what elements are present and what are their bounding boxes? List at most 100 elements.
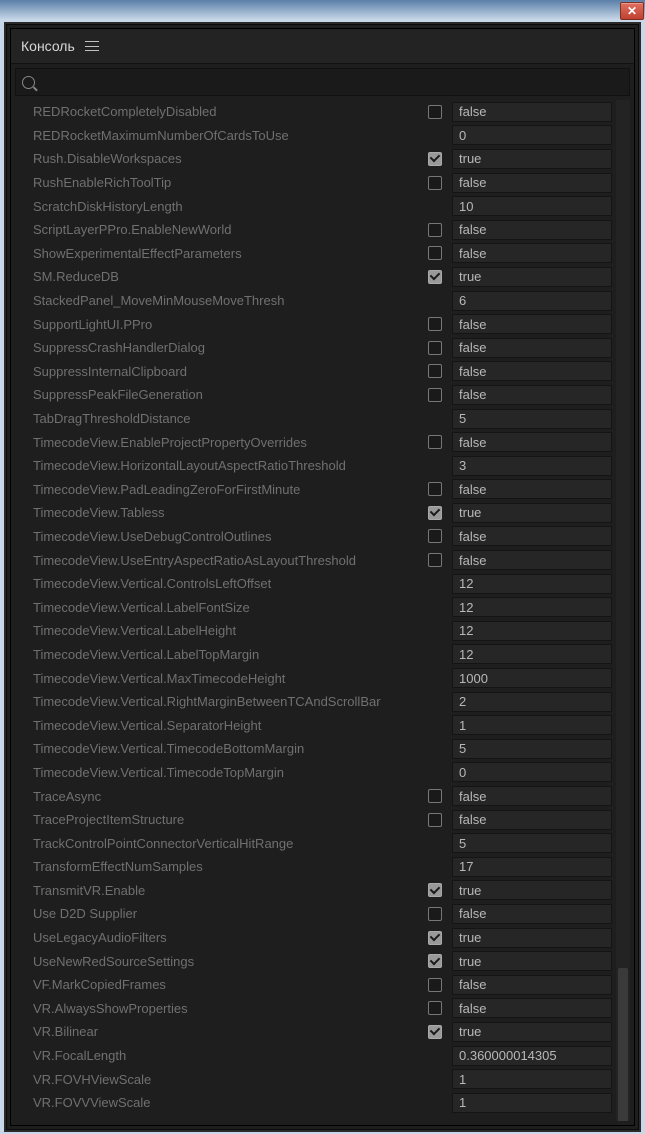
setting-value-input[interactable]: 1	[452, 1069, 612, 1089]
setting-value-input[interactable]: 12	[452, 644, 612, 664]
setting-value-input[interactable]: 5	[452, 739, 612, 759]
setting-value-input[interactable]: false	[452, 338, 612, 358]
setting-checkbox[interactable]	[428, 105, 442, 119]
setting-checkbox[interactable]	[428, 341, 442, 355]
setting-value-input[interactable]: 1000	[452, 668, 612, 688]
setting-checkbox-cell	[422, 553, 448, 567]
setting-value-input[interactable]: 17	[452, 857, 612, 877]
setting-row: TimecodeView.UseDebugControlOutlinesfals…	[15, 525, 616, 549]
setting-value-cell: 0	[452, 125, 612, 145]
setting-value-input[interactable]: true	[452, 267, 612, 287]
setting-value-input[interactable]: 0	[452, 125, 612, 145]
setting-value-input[interactable]: true	[452, 503, 612, 523]
setting-value-input[interactable]: 5	[452, 409, 612, 429]
setting-checkbox-cell	[422, 152, 448, 166]
setting-row: TimecodeView.Vertical.TimecodeTopMargin 0	[15, 761, 616, 785]
setting-value-input[interactable]: 1	[452, 715, 612, 735]
setting-label: TraceAsync	[33, 789, 422, 804]
setting-value-input[interactable]: 10	[452, 196, 612, 216]
setting-value-input[interactable]: 1	[452, 1093, 612, 1113]
setting-checkbox[interactable]	[428, 223, 442, 237]
setting-row: VR.AlwaysShowPropertiesfalse	[15, 997, 616, 1021]
setting-value-input[interactable]: 12	[452, 621, 612, 641]
setting-value-input[interactable]: true	[452, 928, 612, 948]
close-icon: ✕	[627, 4, 637, 18]
setting-value-input[interactable]: false	[452, 385, 612, 405]
setting-checkbox[interactable]	[428, 789, 442, 803]
setting-row: UseNewRedSourceSettingstrue	[15, 949, 616, 973]
setting-value-cell: 17	[452, 857, 612, 877]
setting-value-input[interactable]: true	[452, 1022, 612, 1042]
setting-checkbox[interactable]	[428, 482, 442, 496]
setting-checkbox[interactable]	[428, 954, 442, 968]
setting-value-input[interactable]: 3	[452, 456, 612, 476]
setting-value-input[interactable]: false	[452, 998, 612, 1018]
setting-value-input[interactable]: true	[452, 951, 612, 971]
setting-value-cell: 12	[452, 644, 612, 664]
setting-value-input[interactable]: 0	[452, 762, 612, 782]
setting-checkbox[interactable]	[428, 246, 442, 260]
setting-value-input[interactable]: false	[452, 173, 612, 193]
setting-checkbox[interactable]	[428, 978, 442, 992]
setting-value-input[interactable]: false	[452, 810, 612, 830]
setting-row: TransformEffectNumSamples17	[15, 855, 616, 879]
setting-checkbox[interactable]	[428, 931, 442, 945]
setting-label: Rush.DisableWorkspaces	[33, 151, 422, 166]
setting-value-input[interactable]: false	[452, 220, 612, 240]
tab-console[interactable]: Консоль	[21, 38, 75, 54]
setting-label: TimecodeView.Vertical.TimecodeTopMargin	[33, 765, 422, 780]
setting-checkbox[interactable]	[428, 883, 442, 897]
setting-value-cell: false	[452, 243, 612, 263]
setting-value-cell: 12	[452, 574, 612, 594]
setting-checkbox[interactable]	[428, 388, 442, 402]
console-panel: Консоль REDRocketCompletelyDisabledfalse…	[6, 24, 639, 1130]
close-button[interactable]: ✕	[620, 2, 644, 20]
setting-value-input[interactable]: false	[452, 550, 612, 570]
setting-value-input[interactable]: true	[452, 149, 612, 169]
setting-checkbox[interactable]	[428, 435, 442, 449]
panel-menu-icon[interactable]	[85, 39, 99, 53]
setting-value-input[interactable]: 12	[452, 574, 612, 594]
setting-checkbox[interactable]	[428, 1001, 442, 1015]
setting-value-cell: false	[452, 102, 612, 122]
setting-checkbox-cell	[422, 954, 448, 968]
setting-checkbox[interactable]	[428, 813, 442, 827]
setting-value-input[interactable]: true	[452, 880, 612, 900]
search-input[interactable]	[15, 68, 630, 96]
setting-label: SM.ReduceDB	[33, 269, 422, 284]
setting-checkbox[interactable]	[428, 364, 442, 378]
setting-checkbox-cell	[422, 317, 448, 331]
setting-checkbox[interactable]	[428, 176, 442, 190]
setting-value-cell: 5	[452, 409, 612, 429]
setting-checkbox[interactable]	[428, 317, 442, 331]
setting-checkbox[interactable]	[428, 907, 442, 921]
setting-checkbox[interactable]	[428, 529, 442, 543]
setting-value-input[interactable]: 6	[452, 291, 612, 311]
setting-value-input[interactable]: 12	[452, 597, 612, 617]
scrollbar[interactable]	[616, 100, 630, 1121]
setting-checkbox[interactable]	[428, 152, 442, 166]
setting-value-input[interactable]: false	[452, 361, 612, 381]
setting-value-input[interactable]: 0.360000014305	[452, 1046, 612, 1066]
setting-checkbox[interactable]	[428, 553, 442, 567]
setting-value-input[interactable]: false	[452, 243, 612, 263]
setting-label: RushEnableRichToolTip	[33, 175, 422, 190]
setting-checkbox[interactable]	[428, 1025, 442, 1039]
setting-value-input[interactable]: false	[452, 432, 612, 452]
setting-value-input[interactable]: false	[452, 314, 612, 334]
setting-value-input[interactable]: false	[452, 786, 612, 806]
setting-value-input[interactable]: 2	[452, 692, 612, 712]
setting-value-input[interactable]: false	[452, 102, 612, 122]
setting-label: TimecodeView.UseEntryAspectRatioAsLayout…	[33, 553, 422, 568]
setting-row: SuppressInternalClipboardfalse	[15, 360, 616, 384]
setting-checkbox[interactable]	[428, 270, 442, 284]
setting-value-input[interactable]: 5	[452, 833, 612, 853]
scrollbar-thumb[interactable]	[618, 968, 628, 1121]
setting-value-input[interactable]: false	[452, 904, 612, 924]
setting-value-input[interactable]: false	[452, 479, 612, 499]
setting-checkbox[interactable]	[428, 506, 442, 520]
setting-row: VR.FocalLength0.360000014305	[15, 1044, 616, 1068]
setting-label: SuppressCrashHandlerDialog	[33, 340, 422, 355]
setting-value-input[interactable]: false	[452, 975, 612, 995]
setting-value-input[interactable]: false	[452, 526, 612, 546]
